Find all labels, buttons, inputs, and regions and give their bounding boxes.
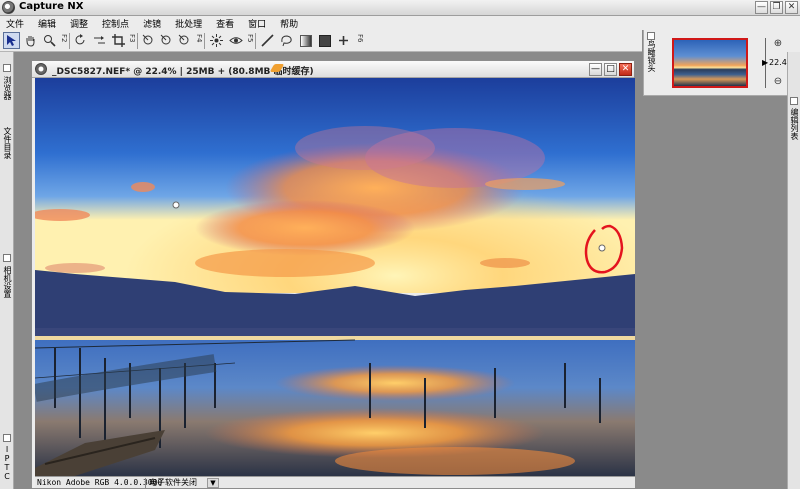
white-control-point-icon[interactable]: [176, 32, 193, 49]
panel-toggle-box[interactable]: [3, 434, 11, 442]
navigator-thumbnail[interactable]: [672, 38, 748, 88]
eye-tool-icon[interactable]: [227, 32, 244, 49]
panel-toggle-box[interactable]: [3, 64, 11, 72]
tab-iptc[interactable]: IPTC: [2, 445, 12, 483]
photo-canvas[interactable]: [35, 78, 635, 476]
menu-filter[interactable]: 滤镜: [143, 17, 161, 30]
fill-tool-icon[interactable]: [316, 32, 333, 49]
image-document-window: _DSC5827.NEF* @ 22.4% | 25MB + (80.8MB 临…: [31, 60, 635, 489]
hand-tool-icon[interactable]: [22, 32, 39, 49]
tab-browser[interactable]: 浏览器: [2, 76, 12, 100]
minimize-button[interactable]: —: [755, 1, 768, 14]
document-icon: [35, 63, 47, 75]
panel-toggle-box[interactable]: [3, 254, 11, 262]
capture-nx-logo-icon: [2, 1, 15, 14]
panel-toggle-box[interactable]: [647, 32, 655, 40]
left-panel: 浏览器 文件目录 相机设置 IPTC: [0, 52, 14, 489]
fkey-label: F2: [60, 34, 68, 43]
fkey-label: F6: [356, 34, 364, 43]
iptc-label: IPTC: [2, 445, 12, 481]
color-profile: Nikon Adobe RGB 4.0.0.3000: [37, 478, 163, 487]
document-window-controls: — □ ✕: [589, 63, 632, 76]
menu-view[interactable]: 查看: [216, 17, 234, 30]
black-control-point-icon[interactable]: [158, 32, 175, 49]
doc-close-button[interactable]: ✕: [619, 63, 632, 76]
straighten-tool-icon[interactable]: [91, 32, 108, 49]
fkey-label: F5: [246, 34, 254, 43]
status-bar: Nikon Adobe RGB 4.0.0.3000 电子软件关闭 ▼: [35, 476, 635, 488]
line-tool-icon[interactable]: [259, 32, 276, 49]
toolbar-separator: [204, 33, 205, 49]
menu-adjust[interactable]: 调整: [70, 17, 88, 30]
app-title: Capture NX: [19, 1, 84, 12]
fkey-label: F4: [195, 34, 203, 43]
red-eye-tool-icon[interactable]: [208, 32, 225, 49]
control-point-marker: [598, 244, 606, 252]
toolbar-separator: [69, 33, 70, 49]
rotate-tool-icon[interactable]: [72, 32, 89, 49]
color-control-point-icon[interactable]: [140, 32, 157, 49]
menu-file[interactable]: 文件: [6, 17, 24, 30]
fkey-label: F3: [128, 34, 136, 43]
menu-edit[interactable]: 编辑: [38, 17, 56, 30]
panel-toggle-box[interactable]: [790, 97, 798, 105]
zoom-out-icon[interactable]: ⊖: [772, 76, 784, 88]
doc-minimize-button[interactable]: —: [589, 63, 602, 76]
menu-control-points[interactable]: 控制点: [102, 17, 129, 30]
status-message: 电子软件关闭: [149, 478, 197, 487]
zoom-tool-icon[interactable]: [41, 32, 58, 49]
close-button[interactable]: ✕: [785, 1, 798, 14]
tab-camera-settings[interactable]: 相机设置: [2, 266, 12, 298]
toolbar-separator: [255, 33, 256, 49]
restore-button[interactable]: ❐: [770, 1, 783, 14]
window-controls: — ❐ ✕: [755, 1, 798, 14]
sunset-lake-photo: [35, 78, 635, 476]
toolbar: F2 F3 F4 F5 F6: [0, 30, 642, 52]
tab-edit-list[interactable]: 编辑列表: [789, 108, 799, 140]
status-dropdown-icon[interactable]: ▼: [207, 478, 219, 488]
crop-tool-icon[interactable]: [110, 32, 127, 49]
plus-tool-icon[interactable]: [335, 32, 352, 49]
menu-help[interactable]: 帮助: [280, 17, 298, 30]
navigator-panel: 鸟瞰镜头 ▶ ⊕ 22.4 % ⊖: [643, 30, 800, 96]
document-title-bar[interactable]: _DSC5827.NEF* @ 22.4% | 25MB + (80.8MB 临…: [32, 61, 634, 78]
toolbar-separator: [137, 33, 138, 49]
tab-folders[interactable]: 文件目录: [2, 127, 12, 159]
navigator-label: 鸟瞰镜头: [647, 40, 656, 72]
direct-select-tool-icon[interactable]: [3, 32, 20, 49]
doc-maximize-button[interactable]: □: [604, 63, 617, 76]
gradient-tool-icon[interactable]: [297, 32, 314, 49]
app-title-bar: Capture NX — ❐ ✕: [0, 0, 800, 16]
zoom-in-icon[interactable]: ⊕: [772, 38, 784, 50]
status-separator: [145, 478, 146, 488]
menu-window[interactable]: 窗口: [248, 17, 266, 30]
zoom-slider-arrow-icon[interactable]: ▶: [762, 58, 768, 67]
right-panel: 编辑列表: [787, 52, 800, 489]
menu-batch[interactable]: 批处理: [175, 17, 202, 30]
lasso-tool-icon[interactable]: [278, 32, 295, 49]
menu-bar: 文件 编辑 调整 控制点 滤镜 批处理 查看 窗口 帮助: [0, 16, 800, 30]
control-point-marker: [172, 201, 180, 209]
